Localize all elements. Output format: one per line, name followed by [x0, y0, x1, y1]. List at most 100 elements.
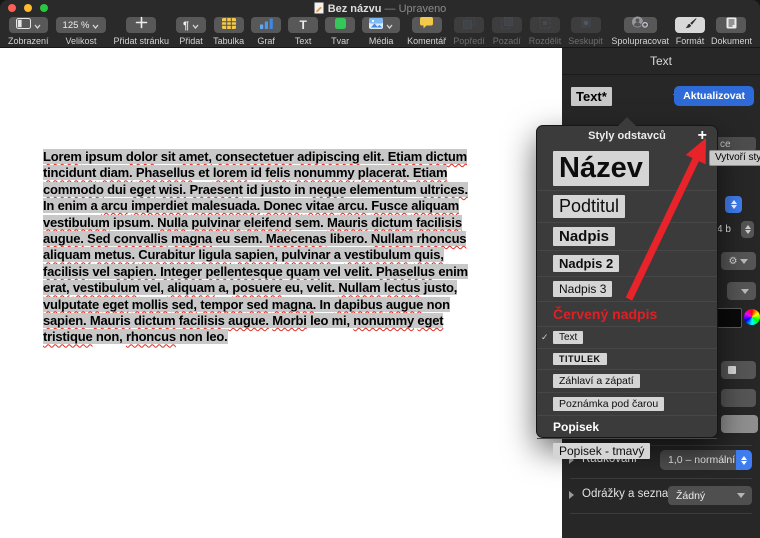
word: aliquam [411, 198, 459, 214]
bullets-control[interactable]: Žádný [668, 486, 752, 505]
style-item-label: Podtitul [553, 195, 626, 218]
toolbar-item-label: Média [368, 36, 394, 46]
style-item-nadpis-3[interactable]: Nadpis 3 [537, 276, 717, 301]
style-item-popisek[interactable]: Popisek [537, 415, 717, 438]
word: vulputate [43, 296, 99, 312]
style-item-nadpis[interactable]: Nadpis [537, 222, 717, 250]
advanced-options-button-partial[interactable]: ⚙ [721, 252, 756, 270]
toolbar-item-tabulka: Tabulka [213, 17, 244, 46]
popup-title: Styly odstavců [588, 130, 666, 142]
word: diam. [99, 165, 133, 181]
style-item-n-zev[interactable]: Název [537, 147, 717, 190]
graf-button[interactable] [251, 17, 282, 33]
word: mollis [131, 296, 169, 312]
word: adipiscing [297, 149, 360, 164]
group-icon [580, 16, 592, 34]
word: Mauris [327, 214, 368, 230]
toolbar-item-label: Pozadí [492, 36, 521, 46]
word: sit [160, 149, 176, 164]
word: In [319, 296, 331, 312]
word: Nullam [370, 231, 414, 247]
window-title: Bez názvu — Upraveno [0, 2, 760, 17]
toolbar-item-pozad-: Pozadí [491, 17, 522, 46]
dokument-button[interactable] [716, 17, 747, 33]
font-size-stepper-partial[interactable] [741, 221, 754, 238]
word: rhoncus [125, 329, 176, 345]
word: Etiam [387, 149, 423, 164]
word: eget [102, 296, 129, 312]
word: a, [218, 280, 229, 296]
text-button[interactable]: T [288, 17, 319, 33]
p-idat-button[interactable]: ¶ [176, 17, 207, 33]
koment--button[interactable] [411, 17, 442, 33]
style-item-titulek[interactable]: TITULEK [537, 348, 717, 369]
word: vel, [142, 280, 164, 296]
sidebar-tab-partial[interactable]: ce [716, 137, 756, 151]
style-item-text[interactable]: ✓ Text [537, 326, 717, 348]
color-wheel-button[interactable] [744, 309, 760, 325]
light-button-partial[interactable] [721, 415, 758, 433]
toolbar-item-label: Formát [675, 36, 705, 46]
button-partial[interactable] [721, 389, 756, 407]
toolbar-item-label: Dokument [710, 36, 752, 46]
form-t-button[interactable] [674, 16, 705, 34]
style-item-label: Popisek [553, 420, 600, 434]
shape-icon [334, 16, 346, 34]
word: quam [285, 263, 320, 279]
style-item-label: Popisek - tmavý [553, 443, 651, 459]
style-item-podtitul[interactable]: Podtitul [537, 190, 717, 222]
style-item-popisek-tmav-[interactable]: Popisek - tmavý [537, 438, 717, 463]
word: dictum [133, 313, 176, 329]
add-style-button[interactable]: + [698, 127, 707, 145]
toolbar-item-graf: Graf [251, 17, 282, 46]
style-item-label: TITULEK [553, 353, 607, 365]
format-brush-icon [683, 16, 697, 34]
tabulka-button[interactable] [213, 17, 244, 33]
p-idat-str-nku-button[interactable] [126, 16, 157, 33]
line-spacing-stepper[interactable] [736, 450, 752, 470]
word: ligula [198, 247, 232, 263]
bullets-value: Žádný [676, 489, 706, 502]
spolupracovat-button[interactable] [623, 16, 657, 33]
dropdown-button-partial[interactable] [727, 282, 756, 300]
word: sem. [294, 214, 324, 230]
toolbar-item-rozd-lit: Rozdělit [528, 17, 562, 46]
tvar-button[interactable] [325, 16, 356, 34]
document-line: vestibulum ipsum. Nulla pulvinar eleifen… [43, 214, 468, 231]
word: eleifend [243, 214, 292, 230]
word: quis, [414, 247, 444, 263]
paragraph-style-field[interactable]: Text* [571, 87, 612, 106]
word: sapien. [43, 313, 87, 329]
word: id [250, 165, 262, 181]
text-color-well[interactable] [715, 308, 742, 328]
document-text[interactable]: Lorem ipsum dolor sit amet, consectetuer… [43, 149, 468, 346]
m-dia-button[interactable] [362, 17, 401, 33]
word: In [43, 198, 55, 214]
alignment-button-partial[interactable] [721, 361, 756, 379]
style-item-pozn-mka-pod-arou[interactable]: Poznámka pod čarou [537, 392, 717, 415]
word: ipsum [85, 149, 123, 164]
word: leo. [205, 329, 228, 345]
toolbar-item-velikost: 125 % Velikost [55, 17, 107, 46]
word: eget [129, 181, 156, 197]
toolbar-item-label: Tabulka [213, 36, 245, 46]
document-line: Lorem ipsum dolor sit amet, consectetuer… [43, 149, 468, 165]
style-item-nadpis-2[interactable]: Nadpis 2 [537, 250, 717, 276]
zobrazen--button[interactable] [8, 16, 48, 34]
document-page[interactable]: Lorem ipsum dolor sit amet, consectetuer… [0, 48, 562, 538]
word: sapien. [113, 263, 157, 279]
toolbar-item-label: Přidat [179, 36, 203, 46]
chevron-down-icon [34, 16, 41, 34]
partial-stepper-blue[interactable] [725, 196, 742, 213]
gear-icon: ⚙ [728, 255, 738, 267]
word: convallis [113, 231, 168, 247]
word: vitae [305, 198, 335, 214]
update-style-button[interactable]: Aktualizovat [674, 86, 754, 106]
toolbar-item-label: Rozdělit [528, 36, 562, 46]
bullets-disclosure-icon[interactable] [569, 491, 574, 499]
toolbar-item-spolupracovat: Spolupracovat [611, 16, 669, 46]
style-item--erven-nadpis[interactable]: Červený nadpis [537, 301, 717, 326]
velikost-button[interactable]: 125 % [55, 17, 107, 33]
style-item-z-hlav-a-z-pat-[interactable]: Záhlaví a zápatí [537, 369, 717, 392]
document-title: Bez názvu [327, 3, 382, 15]
